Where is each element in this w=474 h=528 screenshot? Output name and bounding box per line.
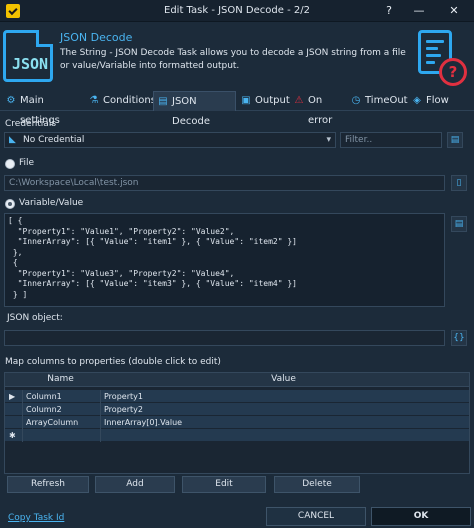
column-header-name[interactable]: Name	[23, 374, 98, 384]
row-name-cell[interactable]: Column2	[22, 403, 100, 416]
table-row[interactable]: ▶ Column1 Property1	[5, 390, 469, 403]
help-icon: ?	[439, 58, 467, 86]
tab-json-decode[interactable]: ▤ JSON Decode	[153, 91, 236, 127]
table-row[interactable]: Column2 Property2	[5, 403, 469, 416]
task-title: JSON Decode	[60, 31, 133, 44]
json-file-icon: JSON	[3, 30, 53, 82]
variable-value-radio[interactable]	[5, 199, 15, 209]
browse-file-button[interactable]: ▯	[451, 175, 467, 191]
row-value-cell[interactable]: Property1	[100, 390, 469, 403]
window-title: Edit Task - JSON Decode - 2/2	[164, 5, 310, 16]
tab-label: TimeOut	[365, 95, 408, 106]
row-value-cell[interactable]: Property2	[100, 403, 469, 416]
flow-icon: ◈	[413, 95, 421, 106]
tab-flow[interactable]: ◈ Flow	[408, 91, 452, 111]
json-file-icon: ▤	[158, 96, 168, 107]
new-row-icon: ✱	[9, 431, 16, 440]
file-radio[interactable]	[5, 159, 15, 169]
variable-value-label: Variable/Value	[19, 198, 84, 208]
gear-icon: ⚙	[6, 95, 16, 106]
tab-on-error[interactable]: ⚠ On error	[290, 91, 346, 126]
tab-main-settings[interactable]: ⚙ Main settings	[2, 91, 82, 126]
tab-bar: ⚙ Main settings ⚗ Conditions ▤ JSON Deco…	[0, 90, 474, 127]
row-name-cell[interactable]: Column1	[22, 390, 100, 403]
warning-icon: ⚠	[294, 95, 304, 106]
refresh-button[interactable]: Refresh	[7, 476, 89, 493]
row-selected-indicator: ▶	[9, 392, 16, 401]
json-object-braces-button[interactable]: {}	[451, 330, 467, 346]
add-button[interactable]: Add	[95, 476, 175, 493]
credentials-selected-value: No Credential	[23, 135, 85, 145]
edit-button[interactable]: Edit	[182, 476, 266, 493]
insert-variable-button[interactable]: ▤	[451, 216, 467, 232]
close-button[interactable]: ✕	[446, 3, 462, 19]
output-icon: ▣	[241, 95, 251, 106]
task-header: JSON JSON Decode The String - JSON Decod…	[0, 22, 474, 90]
mapping-grid: Name Value ▶ Column1 Property1 Column2 P…	[4, 372, 470, 474]
grid-header: Name Value	[5, 373, 469, 387]
clock-icon: ◷	[351, 95, 361, 106]
conditions-icon: ⚗	[89, 95, 99, 106]
row-value-cell[interactable]: InnerArray[0].Value	[100, 416, 469, 429]
credentials-filter-input[interactable]: Filter..	[340, 132, 442, 148]
row-name-cell[interactable]: ArrayColumn	[22, 416, 100, 429]
json-object-label: JSON object:	[7, 313, 63, 323]
file-path-input[interactable]: C:\Workspace\Local\test.json	[4, 175, 445, 191]
tab-label: On error	[308, 95, 333, 126]
tab-conditions[interactable]: ⚗ Conditions	[85, 91, 156, 111]
json-logo-text: JSON	[11, 55, 49, 73]
column-header-value[interactable]: Value	[100, 374, 467, 384]
help-button[interactable]: ?	[381, 3, 397, 19]
new-row[interactable]: ✱	[5, 429, 469, 442]
new-row-value-cell[interactable]	[100, 429, 469, 442]
credential-icon: ◣	[9, 135, 16, 145]
credentials-label: Credentials	[5, 119, 57, 129]
credentials-manage-button[interactable]: ▤	[447, 132, 463, 148]
minimize-button[interactable]: —	[411, 3, 427, 19]
mapping-label: Map columns to properties (double click …	[5, 357, 221, 367]
tab-timeout[interactable]: ◷ TimeOut	[347, 91, 408, 111]
tab-label: JSON Decode	[172, 96, 210, 127]
tab-label: Conditions	[103, 95, 156, 106]
cancel-button[interactable]: CANCEL	[266, 507, 366, 526]
json-object-input[interactable]	[4, 330, 445, 346]
credentials-select[interactable]: ◣ No Credential ▾	[4, 132, 336, 148]
chevron-down-icon: ▾	[326, 135, 331, 145]
copy-task-id-link[interactable]: Copy Task Id	[8, 513, 64, 523]
ok-button[interactable]: OK	[371, 507, 471, 526]
new-row-name-cell[interactable]	[22, 429, 100, 442]
file-label: File	[19, 158, 35, 168]
task-description: The String - JSON Decode Task allows you…	[60, 48, 406, 71]
tab-label: Output	[255, 95, 290, 106]
title-bar: Edit Task - JSON Decode - 2/2 ? — ✕	[0, 0, 474, 22]
table-row[interactable]: ArrayColumn InnerArray[0].Value	[5, 416, 469, 429]
json-value-textarea[interactable]: [ { "Property1": "Value1", "Property2": …	[4, 213, 445, 307]
tab-label: Flow	[426, 95, 449, 106]
tab-output[interactable]: ▣ Output	[237, 91, 289, 111]
delete-button[interactable]: Delete	[274, 476, 360, 493]
